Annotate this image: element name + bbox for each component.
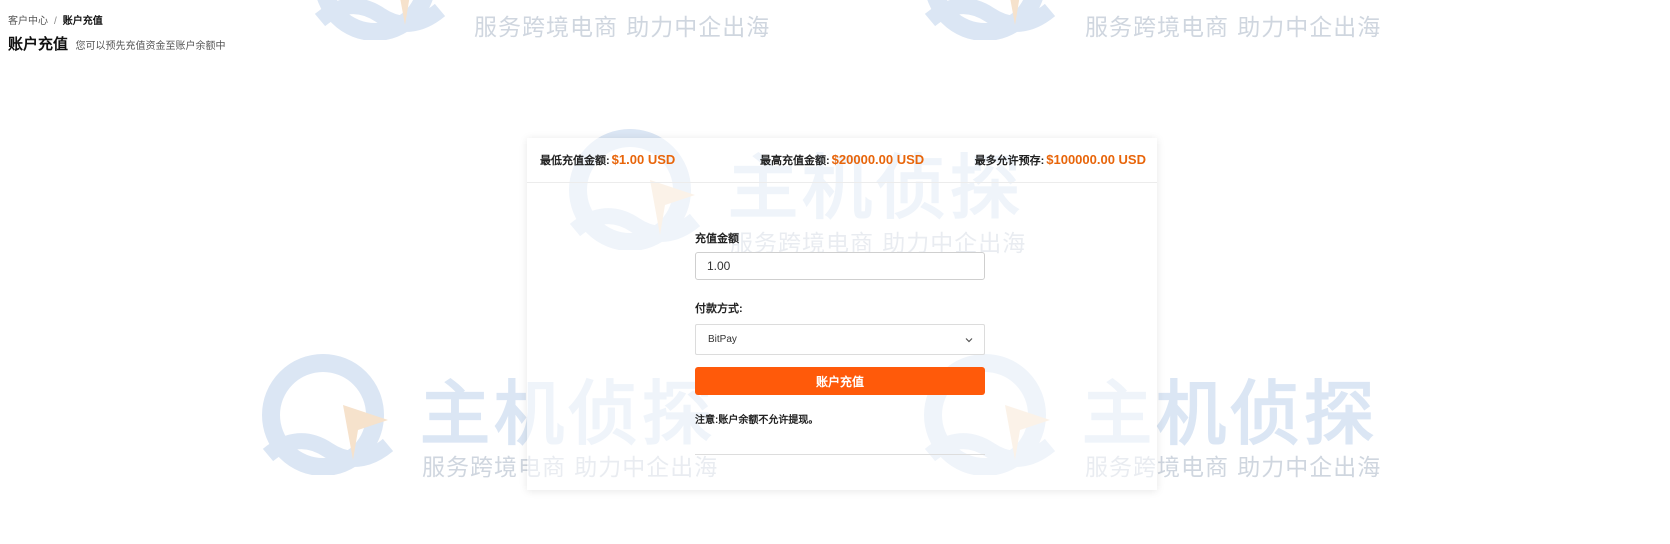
breadcrumb: 客户中心 / 账户充值: [8, 12, 103, 27]
page-subtitle: 您可以预先充值资金至账户余额中: [75, 41, 226, 52]
max-recharge-label: 最高充值金额:: [760, 155, 830, 167]
recharge-submit-button[interactable]: 账户充值: [695, 367, 985, 395]
min-recharge-limit: 最低充值金额: $1.00 USD: [540, 152, 675, 168]
recharge-card: 最低充值金额: $1.00 USD 最高充值金额: $20000.00 USD 最多…: [527, 138, 1157, 490]
withdrawal-notice: 注意:账户余额不允许提现。: [695, 415, 819, 426]
max-prepay-limit: 最多允许预存: $100000.00 USD: [975, 152, 1146, 168]
max-recharge-limit: 最高充值金额: $20000.00 USD: [760, 152, 924, 168]
max-recharge-value: $20000.00 USD: [831, 152, 925, 167]
divider: [695, 454, 985, 455]
payment-method-label: 付款方式:: [695, 303, 743, 315]
page-header: 账户充值 您可以预先充值资金至账户余额中: [8, 33, 225, 54]
max-prepay-label: 最多允许预存:: [974, 155, 1045, 167]
page-title: 账户充值: [8, 36, 69, 53]
amount-input[interactable]: [695, 252, 985, 280]
max-prepay-value: $100000.00 USD: [1046, 152, 1146, 167]
detective-logo-icon: [924, 0, 1056, 40]
breadcrumb-link-customer-center[interactable]: 客户中心: [8, 16, 48, 27]
recharge-form: 充值金额 付款方式: BitPay 账户充值 注意:账户余额不允许提现。: [695, 230, 985, 426]
limits-bar: 最低充值金额: $1.00 USD 最高充值金额: $20000.00 USD 最多…: [527, 138, 1157, 183]
min-recharge-label: 最低充值金额:: [540, 155, 610, 167]
amount-label: 充值金额: [695, 233, 739, 245]
chevron-down-icon: [965, 338, 973, 343]
detective-logo-icon: [262, 354, 394, 475]
watermark-slogan: 服务跨境电商 助力中企出海: [1085, 15, 1382, 41]
watermark-slogan: 服务跨境电商 助力中企出海: [474, 15, 771, 41]
breadcrumb-separator: /: [54, 16, 57, 27]
min-recharge-value: $1.00 USD: [611, 152, 676, 167]
detective-logo-icon: [314, 0, 446, 40]
breadcrumb-current: 账户充值: [62, 16, 103, 27]
payment-method-selected: BitPay: [708, 334, 737, 345]
payment-method-select[interactable]: BitPay: [695, 324, 985, 355]
